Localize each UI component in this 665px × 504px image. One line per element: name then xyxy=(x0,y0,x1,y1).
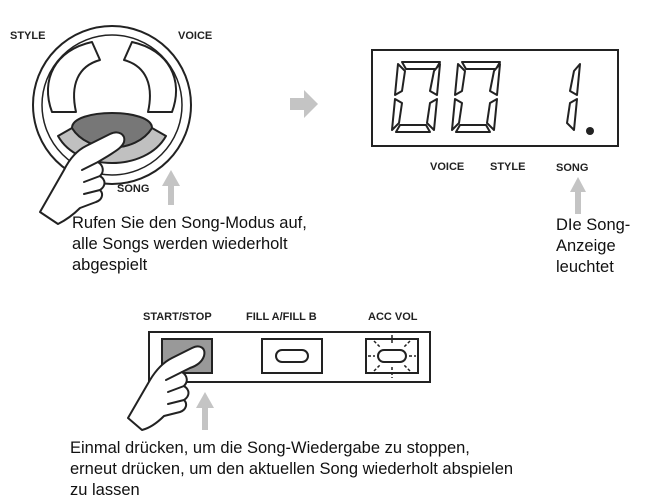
up-arrow-indicator xyxy=(570,177,586,214)
dial-label-song: SONG xyxy=(117,183,149,195)
up-arrow-song xyxy=(162,170,180,205)
display-label-voice: VOICE xyxy=(430,161,464,173)
caption-mode-line1: Rufen Sie den Song-Modus auf, xyxy=(72,214,307,232)
caption-mode: Rufen Sie den Song-Modus auf, alle Songs… xyxy=(72,214,307,274)
caption-start-stop-line3: zu lassen xyxy=(70,481,140,499)
caption-mode-line2: alle Songs werden wiederholt xyxy=(72,235,288,253)
instruction-diagram: STYLE VOICE SONG VOICE STYLE SONG Rufen … xyxy=(10,25,630,499)
caption-indicator-line1: DIe Song- xyxy=(556,216,630,234)
right-arrow-icon xyxy=(290,90,318,118)
fill-button[interactable] xyxy=(261,338,323,374)
decimal-point-indicator xyxy=(586,127,594,135)
display-label-style: STYLE xyxy=(490,161,525,173)
led-display: VOICE STYLE SONG xyxy=(371,49,619,174)
label-fill: FILL A/FILL B xyxy=(246,311,317,323)
display-label-song: SONG xyxy=(556,162,588,174)
mode-dial: STYLE VOICE SONG xyxy=(10,25,212,195)
caption-start-stop-line2: erneut drücken, um den aktuellen Song wi… xyxy=(70,460,513,478)
caption-start-stop: Einmal drücken, um die Song-Wiedergabe z… xyxy=(70,439,513,499)
caption-mode-line3: abgespielt xyxy=(72,256,148,274)
label-acc-vol: ACC VOL xyxy=(368,311,418,323)
caption-start-stop-line1: Einmal drücken, um die Song-Wiedergabe z… xyxy=(70,439,470,457)
caption-indicator: DIe Song- Anzeige leuchtet xyxy=(556,216,630,276)
caption-indicator-line3: leuchtet xyxy=(556,258,614,276)
dial-label-voice: VOICE xyxy=(178,30,212,42)
up-arrow-start-stop xyxy=(196,392,214,430)
acc-vol-button[interactable] xyxy=(365,335,419,378)
dial-label-style: STYLE xyxy=(10,30,45,42)
button-panel: START/STOP FILL A/FILL B ACC VOL xyxy=(143,311,431,383)
caption-indicator-line2: Anzeige xyxy=(556,237,616,255)
label-start-stop: START/STOP xyxy=(143,311,212,323)
